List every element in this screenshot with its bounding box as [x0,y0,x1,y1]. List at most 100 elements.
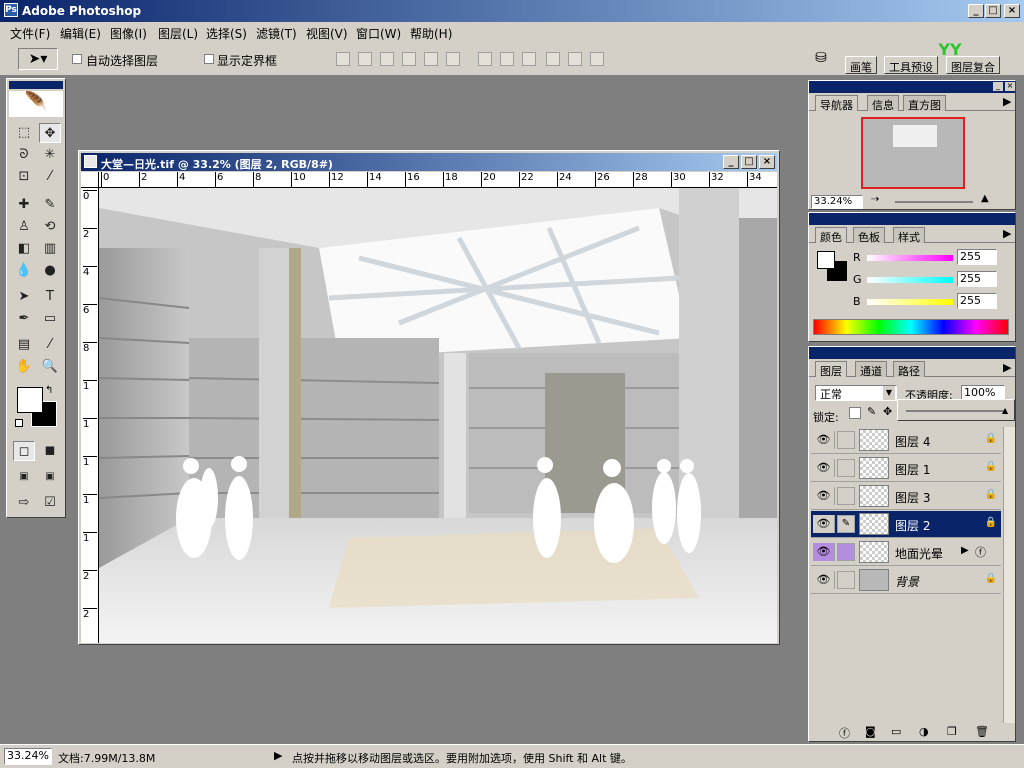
tab-channels[interactable]: 通道 [855,361,887,378]
blur-tool-icon[interactable]: 💧 [13,261,35,281]
screen-mode-standard-icon[interactable]: ▣ [13,467,35,487]
jump-to-icon[interactable]: ☑ [39,493,61,513]
status-zoom-field[interactable]: 33.24% [4,748,52,765]
gradient-tool-icon[interactable]: ▥ [39,239,61,259]
visibility-eye-icon[interactable]: 👁 [813,459,835,477]
swap-colors-icon[interactable]: ↰ [45,385,53,396]
align-right-icon[interactable] [446,52,460,66]
palette-well-icon[interactable]: ⛁ [810,50,832,68]
channel-g-value[interactable]: 255 [957,271,997,287]
shape-tool-icon[interactable]: ▭ [39,309,61,329]
doc-minimize-button[interactable]: _ [723,155,739,169]
menu-layer[interactable]: 图层(L) [158,25,198,42]
jump-to-imageready-icon[interactable]: ⇨ [13,493,35,513]
navigator-zoom-slider[interactable] [895,201,973,203]
layers-panel-menu-icon[interactable]: ▶ [1003,361,1011,374]
panel-close-icon[interactable]: × [1005,82,1015,91]
image-canvas[interactable] [99,188,777,643]
menu-file[interactable]: 文件(F) [10,25,50,42]
visibility-eye-icon[interactable]: 👁 [813,431,835,449]
default-colors-icon[interactable] [15,419,23,427]
align-top-icon[interactable] [336,52,350,66]
quick-mask-icon[interactable]: ◼ [39,441,61,461]
status-menu-icon[interactable]: ▶ [274,749,282,762]
type-tool-icon[interactable]: T [39,287,61,307]
channel-b-slider[interactable] [867,299,953,305]
blend-mode-select[interactable]: 正常 ▼ [815,385,897,401]
menu-window[interactable]: 窗口(W) [356,25,401,42]
standard-mode-icon[interactable]: ◻ [13,441,35,461]
tab-histogram[interactable]: 直方图 [903,95,946,112]
menu-help[interactable]: 帮助(H) [410,25,452,42]
doc-close-button[interactable]: × [759,155,775,169]
navigator-zoom-field[interactable]: 33.24% [811,195,863,209]
auto-select-checkbox[interactable] [72,54,82,64]
add-layer-style-icon[interactable]: ⓕ [839,725,850,741]
add-mask-icon[interactable]: ◙ [865,725,876,738]
distribute-hcenter-icon[interactable] [568,52,582,66]
visibility-eye-icon[interactable]: 👁 [813,571,835,589]
tool-preset-picker[interactable]: ➤▾ [18,48,58,70]
show-bounds-checkbox[interactable] [204,54,214,64]
channel-r-slider[interactable] [867,255,953,261]
slice-tool-icon[interactable]: ⁄ [39,167,61,187]
well-tab-brushes[interactable]: 画笔 [845,56,877,74]
well-tab-tool-presets[interactable]: 工具预设 [884,56,938,74]
zoom-in-icon[interactable]: ▲ [981,193,989,204]
link-slot[interactable] [837,487,855,505]
horizontal-ruler[interactable]: 0 2 4 6 8 10 12 14 16 18 20 22 24 26 28 30 32 34 [99,172,777,188]
link-slot[interactable] [837,543,855,561]
new-set-icon[interactable]: ▭ [891,725,901,738]
layer-row[interactable]: 👁 图层 4 🔒 [811,427,1001,454]
distribute-vcenter-icon[interactable] [500,52,514,66]
color-fg-swatch[interactable] [817,251,835,269]
layer-row[interactable]: 👁 背景 🔒 [811,567,1001,594]
align-bottom-icon[interactable] [380,52,394,66]
visibility-eye-icon[interactable]: 👁 [813,515,835,533]
tab-swatches[interactable]: 色板 [853,227,885,244]
tab-paths[interactable]: 路径 [893,361,925,378]
lasso-tool-icon[interactable]: ᘐ [13,145,35,165]
magic-wand-icon[interactable]: ✳ [39,145,61,165]
tab-info[interactable]: 信息 [867,95,899,112]
lock-position-icon[interactable]: ✥ [883,405,892,418]
color-panel-menu-icon[interactable]: ▶ [1003,227,1011,240]
foreground-color-swatch[interactable] [17,387,43,413]
ruler-origin[interactable] [81,172,99,188]
layer-row-selected[interactable]: 👁 ✎ 图层 2 🔒 [811,511,1001,538]
history-brush-icon[interactable]: ⟲ [39,217,61,237]
pen-tool-icon[interactable]: ✒ [13,309,35,329]
link-slot[interactable] [837,431,855,449]
link-slot[interactable] [837,459,855,477]
tab-styles[interactable]: 样式 [893,227,925,244]
align-left-icon[interactable] [402,52,416,66]
distribute-left-icon[interactable] [546,52,560,66]
clone-stamp-icon[interactable]: ♙ [13,217,35,237]
layer-row[interactable]: 👁 图层 1 🔒 [811,455,1001,482]
vertical-ruler[interactable]: 0 2 4 6 8 1 1 1 1 1 2 2 [81,188,99,643]
distribute-right-icon[interactable] [590,52,604,66]
brush-tool-icon[interactable]: ✎ [39,195,61,215]
lock-pixels-icon[interactable]: ✎ [867,405,876,418]
well-tab-layer-comps[interactable]: 图层复合 [946,56,1000,74]
eraser-tool-icon[interactable]: ◧ [13,239,35,259]
menu-select[interactable]: 选择(S) [206,25,247,42]
feather-logo-icon[interactable]: 🪶 [9,91,63,117]
notes-tool-icon[interactable]: ▤ [13,335,35,355]
new-adjustment-icon[interactable]: ◑ [919,725,929,738]
link-slot[interactable] [837,571,855,589]
zoom-tool-icon[interactable]: 🔍 [39,357,61,377]
align-vcenter-icon[interactable] [358,52,372,66]
align-hcenter-icon[interactable] [424,52,438,66]
menu-view[interactable]: 视图(V) [306,25,348,42]
tab-layers[interactable]: 图层 [815,361,847,378]
opacity-slider-popup[interactable]: ▲ [897,399,1015,421]
crop-tool-icon[interactable]: ⊡ [13,167,35,187]
panel-menu-icon[interactable]: ▶ [1003,95,1011,108]
move-tool-icon[interactable]: ✥ [39,123,61,143]
marquee-tool-icon[interactable]: ⬚ [13,123,35,143]
visibility-eye-icon[interactable]: 👁 [813,543,835,561]
distribute-bottom-icon[interactable] [522,52,536,66]
delete-layer-icon[interactable]: 🗑 [975,725,989,738]
screen-mode-full-icon[interactable]: ▣ [39,467,61,487]
